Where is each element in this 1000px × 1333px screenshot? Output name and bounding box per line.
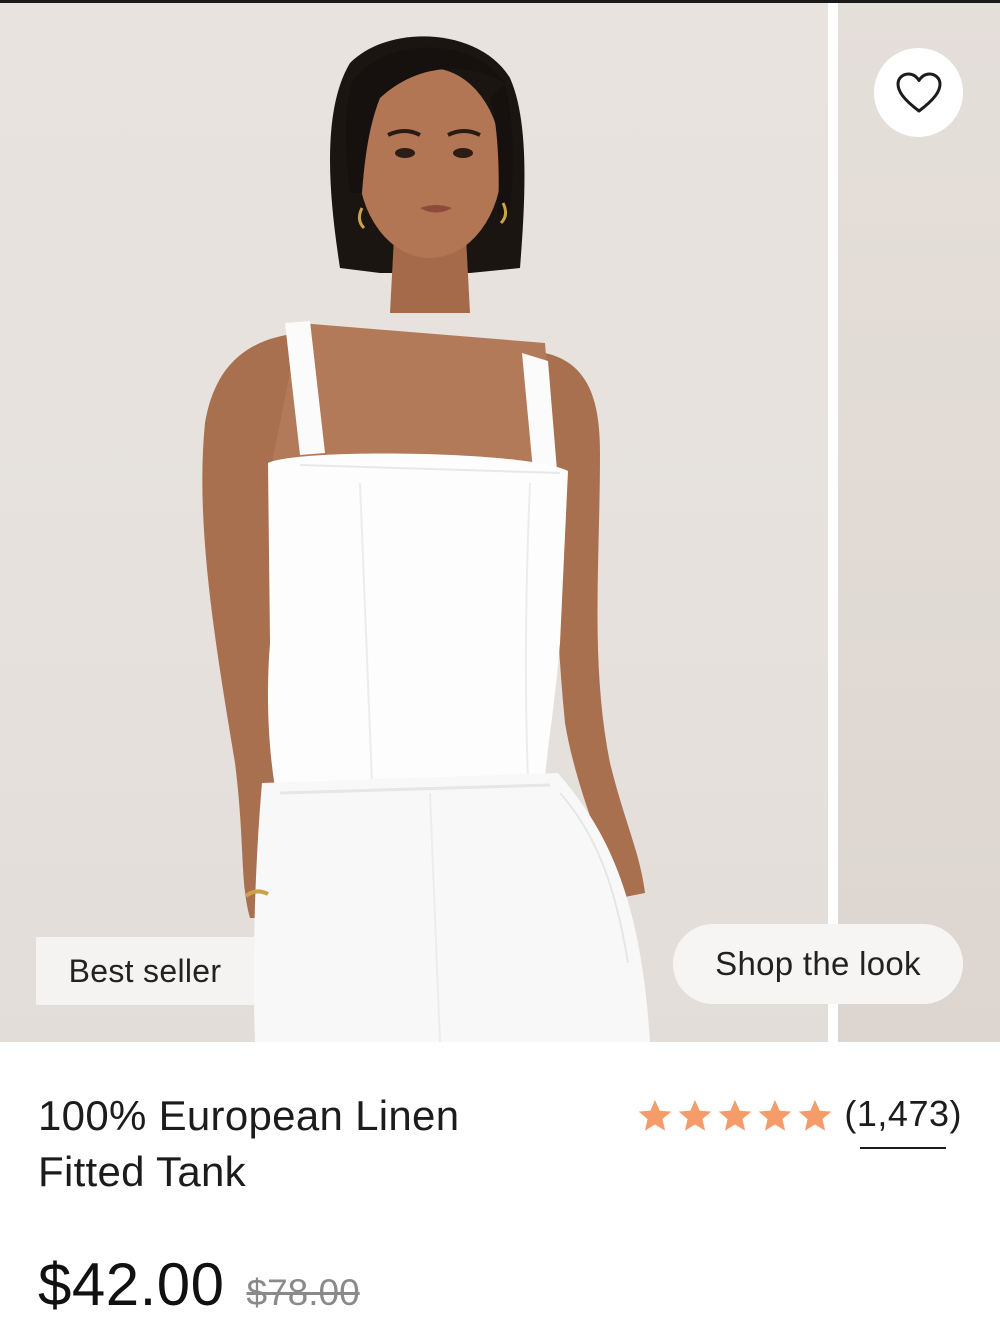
original-price: $78.00 xyxy=(246,1272,360,1313)
price-row: $42.00 $78.00 xyxy=(38,1250,360,1319)
star-icon xyxy=(639,1099,672,1131)
star-rating xyxy=(636,1097,834,1135)
shop-the-look-button[interactable]: Shop the look xyxy=(673,924,963,1004)
best-seller-badge: Best seller xyxy=(36,937,254,1005)
star-icon xyxy=(719,1099,752,1131)
product-image-gallery[interactable]: Best seller Shop the look xyxy=(0,3,1000,1042)
review-count-underline xyxy=(860,1147,946,1149)
sale-price: $42.00 xyxy=(38,1251,225,1318)
product-rating[interactable]: (1,473) xyxy=(636,1090,962,1149)
product-title: 100% European Linen Fitted Tank xyxy=(38,1088,558,1200)
heart-outline-icon xyxy=(896,72,941,112)
product-page: Best seller Shop the look 100% European … xyxy=(0,0,1000,1333)
review-count-link[interactable]: (1,473) xyxy=(844,1093,962,1149)
review-count: (1,473) xyxy=(844,1093,962,1134)
star-icon xyxy=(679,1099,712,1131)
star-icon xyxy=(759,1099,792,1131)
wishlist-button[interactable] xyxy=(874,48,963,137)
product-image-main[interactable] xyxy=(0,3,828,1042)
star-icon xyxy=(799,1099,832,1131)
product-title-line-1: 100% European Linen xyxy=(38,1092,460,1139)
model-photo xyxy=(202,36,650,1042)
product-image-next-peek[interactable] xyxy=(838,3,1000,1042)
gallery-slide-divider xyxy=(828,3,838,1042)
product-title-line-2: Fitted Tank xyxy=(38,1148,246,1195)
